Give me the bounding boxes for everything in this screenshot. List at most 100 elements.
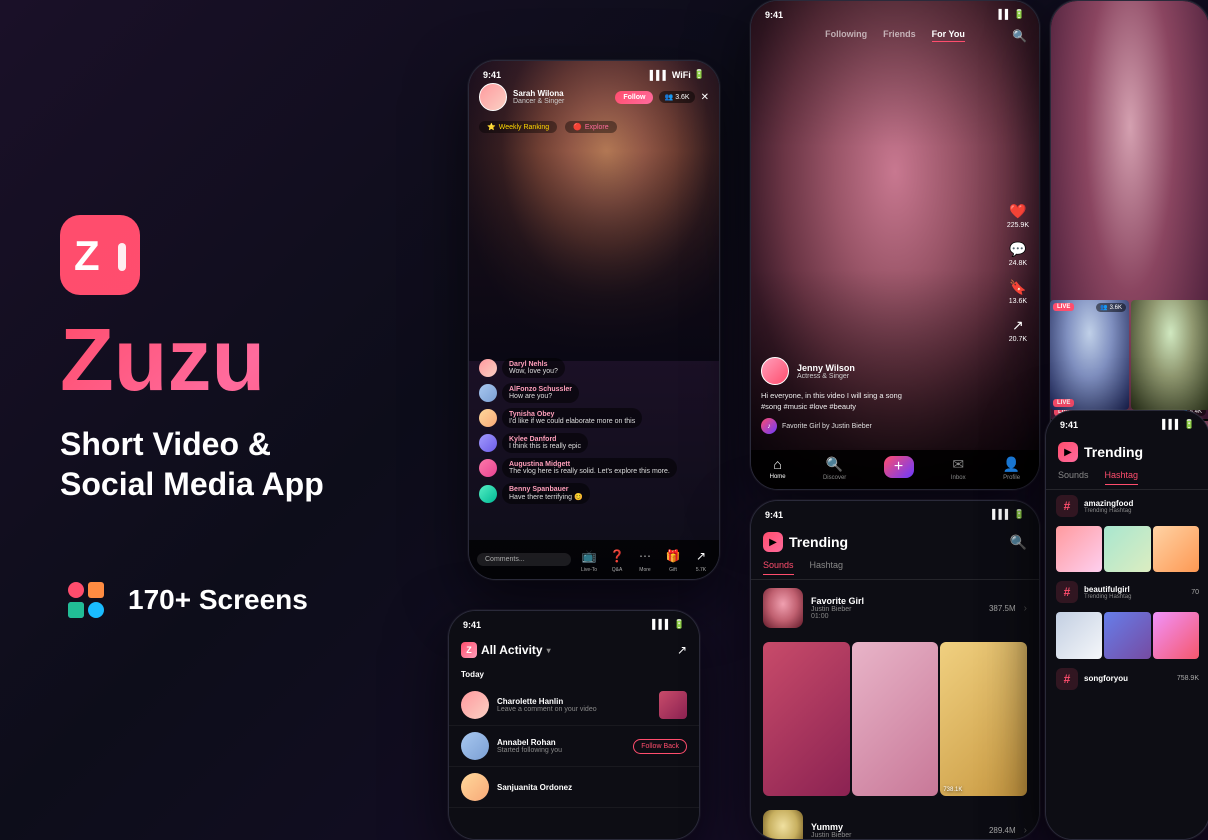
explore-tag: 🔴 Explore: [565, 121, 616, 133]
video-user-avatar: [761, 357, 789, 385]
chat-msg-3: Tynisha Obey I'd like if we could elabor…: [479, 408, 709, 428]
phone6-container: 9:41 ▌▌▌ 🔋 ▶ Trending Sounds Hashtag #: [1045, 410, 1208, 840]
video-thumb-1: [763, 642, 850, 796]
sound-cover-2: [763, 810, 803, 839]
phone1-status-icons: ▌▌▌ WiFi 🔋: [650, 69, 705, 80]
nav-discover[interactable]: 🔍 Discover: [823, 456, 846, 481]
phone2-statusbar: 9:41 ▌▌▌ 🔋: [449, 611, 699, 634]
hashtag-thumb-6: [1153, 612, 1199, 658]
screens-row: 170+ Screens: [60, 574, 440, 626]
share-count-action[interactable]: ↗ 5.7K: [691, 546, 711, 573]
clips-row-3: LIVE 👥 3.6K LIVE: [1050, 300, 1208, 410]
chat-area: Daryl Nehls Wow, love you? AlFonzo Schus…: [479, 358, 709, 509]
tab-following[interactable]: Following: [825, 29, 867, 42]
discover-icon: 🔍: [826, 456, 843, 473]
nav-create[interactable]: +: [884, 456, 914, 481]
phone3-bottom-nav: ⌂ Home 🔍 Discover + ✉ Inbox 👤 Profile: [751, 450, 1039, 489]
sound-info-2: Yummy Justin Bieber: [811, 822, 981, 839]
activity-info-2: Annabel Rohan Started following you: [497, 738, 625, 754]
sound-disc-icon: ♪: [761, 418, 777, 434]
activity-item-3: Sanjuanita Ordonez: [449, 767, 699, 808]
follow-button[interactable]: Follow: [615, 91, 653, 104]
clip-item-3: LIVE 👥 3.6K: [1050, 300, 1129, 410]
phone3-container: 9:41 ▌▌ 🔋 Following Friends For You 🔍 ❤️…: [750, 0, 1040, 490]
share-action[interactable]: ↗ 20.7K: [1007, 317, 1029, 343]
sound-item-1: Favorite Girl Justin Bieber 01:00 387.5M…: [751, 580, 1039, 636]
phone6-trending-tabs: Sounds Hashtag: [1046, 466, 1208, 490]
phone3-screen: 9:41 ▌▌ 🔋 Following Friends For You 🔍 ❤️…: [751, 1, 1039, 489]
sound-cover-1: [763, 588, 803, 628]
logo-area: Z Zuzu Short Video &Social Media App: [60, 215, 440, 544]
activity-avatar-3: [461, 773, 489, 801]
activity-info-1: Charolette Hanlin Leave a comment on you…: [497, 697, 651, 713]
left-section: Z Zuzu Short Video &Social Media App 170…: [60, 0, 440, 840]
trending-title-row: ▶ Trending: [763, 532, 848, 552]
chat-msg-4: Kylee Danford I think this is really epi…: [479, 433, 709, 453]
like-action[interactable]: ❤️ 225.9K: [1007, 203, 1029, 229]
chat-bubble-2: AlFonzo Schussler How are you?: [502, 383, 579, 403]
live-username: Sarah Wilona: [513, 89, 609, 98]
phone6-trending-icon: ▶: [1058, 442, 1078, 462]
nav-inbox[interactable]: ✉ Inbox: [951, 456, 966, 481]
hashtag-symbol-3: #: [1056, 668, 1078, 690]
follow-back-button[interactable]: Follow Back: [633, 739, 687, 754]
live-avatar: [479, 83, 507, 111]
chat-msg-6: Benny Spanbauer Have there terrifying 😊: [479, 483, 709, 504]
close-icon[interactable]: ✕: [701, 92, 709, 103]
live-badge-4: LIVE: [1053, 303, 1074, 311]
live-userrole: Dancer & Singer: [513, 98, 609, 105]
save-action[interactable]: 🔖 13.6K: [1007, 279, 1029, 305]
chevron-right-icon: ›: [1024, 603, 1027, 614]
search-icon[interactable]: 🔍: [1012, 29, 1027, 43]
phone6-tab-hashtag[interactable]: Hashtag: [1105, 470, 1139, 485]
phone6-tab-sounds[interactable]: Sounds: [1058, 470, 1089, 485]
tab-hashtag[interactable]: Hashtag: [810, 560, 844, 575]
chat-msg-2: AlFonzo Schussler How are you?: [479, 383, 709, 403]
svg-text:Z: Z: [74, 232, 100, 279]
chat-bubble-5: Augustina Midgett The vlog here is reall…: [502, 458, 677, 478]
live-badge-3: LIVE: [1053, 399, 1074, 407]
phone2-screen: 9:41 ▌▌▌ 🔋 Z All Activity ▾ ↗ Today Char…: [449, 611, 699, 839]
comment-action[interactable]: 💬 24.8K: [1007, 241, 1029, 267]
video-right-actions: ❤️ 225.9K 💬 24.8K 🔖 13.6K ↗ 20.7K: [1007, 203, 1029, 343]
phone1-time: 9:41: [483, 70, 501, 80]
nav-home[interactable]: ⌂ Home: [770, 456, 786, 481]
tab-friends[interactable]: Friends: [883, 29, 916, 42]
create-icon: +: [884, 456, 914, 478]
phone1-container: 9:41 ▌▌▌ WiFi 🔋 Sarah Wilona Dancer & Si…: [468, 60, 720, 580]
chat-avatar-5: [479, 459, 497, 477]
nav-profile[interactable]: 👤 Profile: [1003, 456, 1020, 481]
viewers-badge: 👥 3.6K: [659, 91, 694, 103]
send-icon[interactable]: ↗: [677, 643, 687, 657]
chevron-right-icon-2: ›: [1024, 825, 1027, 836]
activity-info-3: Sanjuanita Ordonez: [497, 783, 687, 792]
live-to-action[interactable]: 📺 Live-To: [579, 546, 599, 573]
video-grid: 738.1K: [751, 636, 1039, 802]
qa-action[interactable]: ❓ Q&A: [607, 546, 627, 573]
activity-thumb-1: [659, 691, 687, 719]
phone6-frame: 9:41 ▌▌▌ 🔋 ▶ Trending Sounds Hashtag #: [1045, 410, 1208, 840]
phone4-container: 9:41 ▌▌▌ 🔋 ▶ Trending 🔍 Sounds Hashtag: [750, 500, 1040, 840]
trending-icon: ▶: [763, 532, 783, 552]
hashtag-item-1: # amazingfood Trending Hashtag: [1046, 490, 1208, 522]
video-user-row: Jenny Wilson Actress & Singer: [761, 357, 999, 385]
chat-bubble-4: Kylee Danford I think this is really epi…: [502, 433, 588, 453]
phone1-frame: 9:41 ▌▌▌ WiFi 🔋 Sarah Wilona Dancer & Si…: [468, 60, 720, 580]
live-bottom-bar: Comments... 📺 Live-To ❓ Q&A ⋯ More 🎁 Gif…: [469, 540, 719, 579]
hashtag-thumb-3: [1153, 526, 1199, 572]
search-icon-trending[interactable]: 🔍: [1010, 534, 1027, 551]
hashtag-grid-2: [1046, 608, 1208, 662]
video-thumb-3: 738.1K: [940, 642, 1027, 796]
live-user-info: Sarah Wilona Dancer & Singer: [513, 89, 609, 105]
more-action[interactable]: ⋯ More: [635, 546, 655, 573]
video-user-info: Jenny Wilson Actress & Singer: [797, 363, 855, 380]
figma-icon: [60, 574, 112, 626]
video-thumb-2: [852, 642, 939, 796]
tab-foryou[interactable]: For You: [932, 29, 965, 42]
chat-bubble-6: Benny Spanbauer Have there terrifying 😊: [502, 483, 590, 504]
comment-input[interactable]: Comments...: [477, 553, 571, 566]
video-sound-row: ♪ Favorite Girl by Justin Bieber: [761, 418, 999, 434]
tab-sounds[interactable]: Sounds: [763, 560, 794, 575]
tagline: Short Video &Social Media App: [60, 424, 440, 504]
gift-action[interactable]: 🎁 Gift: [663, 546, 683, 573]
